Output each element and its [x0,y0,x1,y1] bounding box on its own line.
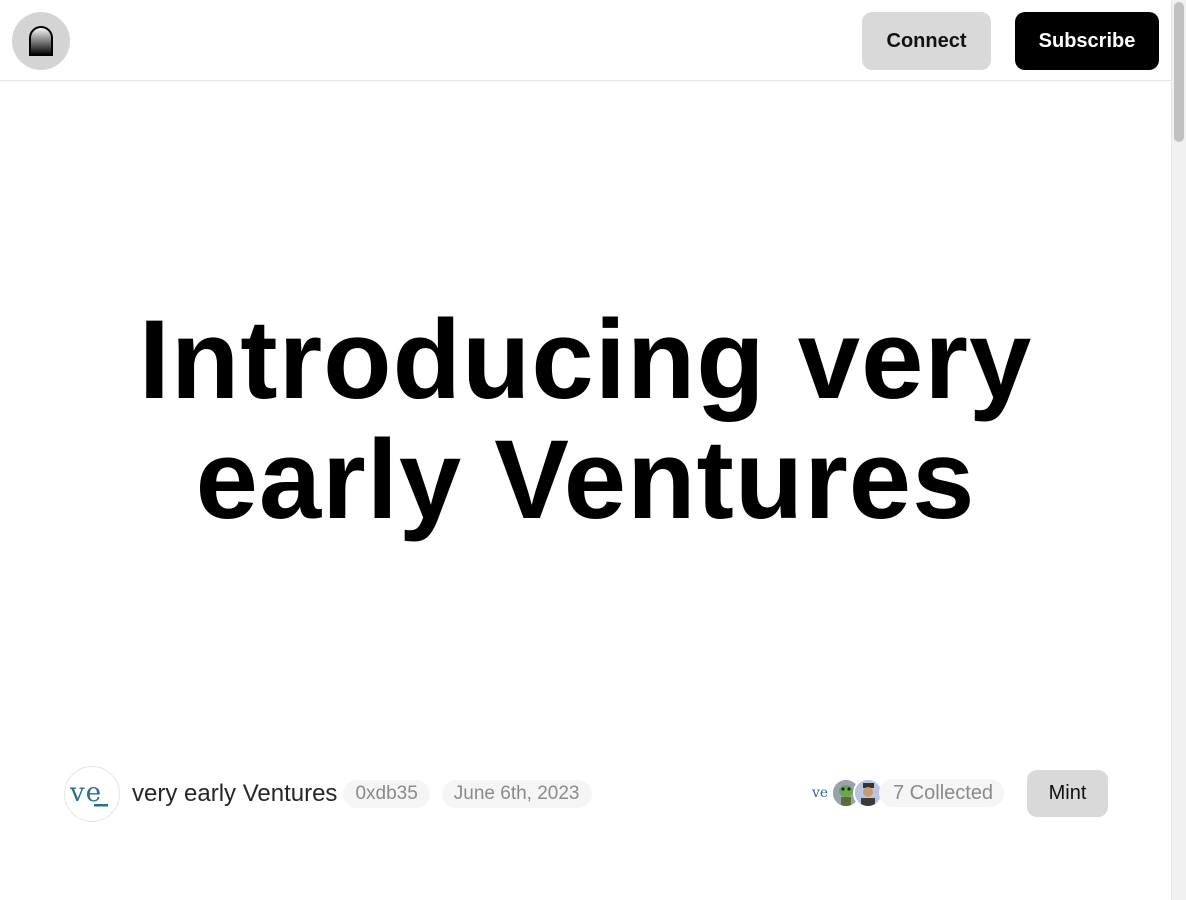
page: Connect Subscribe Introducing very early… [0,0,1186,900]
person-avatar-icon [855,780,881,806]
publish-date: June 6th, 2023 [441,780,592,808]
home-logo-button[interactable] [12,12,70,70]
author-name[interactable]: very early Ventures [132,780,337,808]
author-address-badge[interactable]: 0xdb35 [343,780,430,808]
article-byline: ve very early Ventures 0xdb35 June 6th, … [64,765,592,823]
connect-button[interactable]: Connect [862,12,991,70]
arch-logo-icon [29,26,53,56]
scrollbar-thumb[interactable] [1174,2,1184,142]
collected-count: 7 Collected [879,779,1005,807]
main-content: Connect Subscribe Introducing very early… [0,0,1171,900]
mint-button[interactable]: Mint [1027,770,1108,817]
ve-logo-icon: ve [69,779,108,808]
ve-logo-text: ve [69,779,102,808]
collectors-summary[interactable]: ve 7 Collected [809,777,1005,809]
top-navbar: Connect Subscribe [0,0,1171,81]
subscribe-button[interactable]: Subscribe [1015,12,1159,70]
author-avatar[interactable]: ve [64,766,120,822]
article-title: Introducing very early Ventures [138,297,1033,542]
vertical-scrollbar[interactable] [1171,0,1186,900]
svg-text:ve: ve [812,785,828,801]
